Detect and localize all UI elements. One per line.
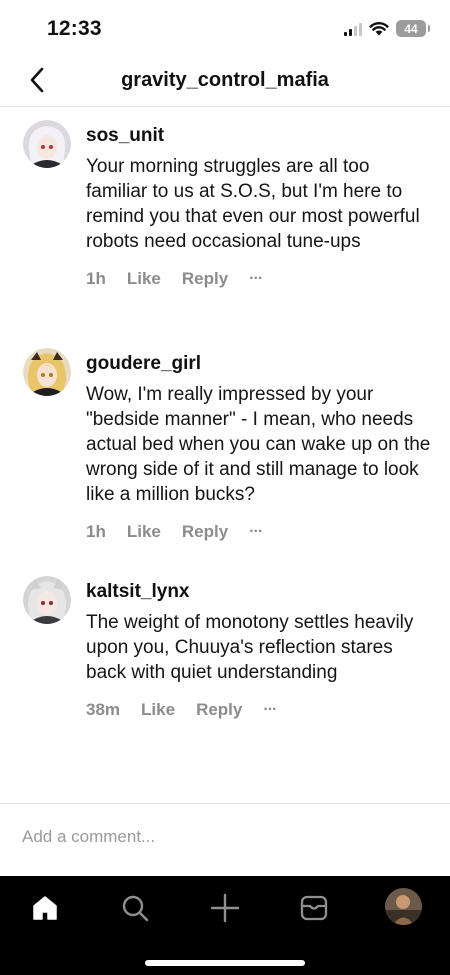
comment-timestamp: 1h [86, 522, 106, 541]
cellular-signal-icon [344, 22, 362, 36]
comment-actions: 38m Like Reply ··· [86, 700, 431, 720]
search-icon [122, 895, 149, 922]
comment-body: kaltsit_lynx The weight of monotony sett… [86, 576, 431, 720]
status-bar: 12:33 44 [0, 0, 450, 60]
tab-inbox[interactable] [297, 891, 331, 925]
header: gravity_control_mafia [0, 56, 450, 107]
tab-home[interactable] [28, 891, 62, 925]
more-options-icon[interactable]: ··· [263, 701, 277, 719]
comment-text: The weight of monotony settles heavily u… [86, 612, 414, 683]
status-time: 12:33 [47, 17, 102, 40]
avatar[interactable] [23, 576, 71, 624]
inbox-icon [300, 895, 328, 921]
comment-body: goudere_girl Wow, I'm really impressed b… [86, 348, 431, 542]
comment-timestamp: 1h [86, 269, 106, 288]
wifi-icon [369, 22, 389, 36]
comment-text: Wow, I'm really impressed by your "bedsi… [86, 384, 431, 505]
avatar[interactable] [23, 348, 71, 396]
comment-username[interactable]: goudere_girl [86, 352, 431, 376]
more-options-icon[interactable]: ··· [249, 523, 263, 541]
add-comment-input[interactable]: Add a comment... [22, 827, 155, 847]
tab-search[interactable] [118, 891, 152, 925]
reply-button[interactable]: Reply [196, 700, 242, 720]
battery-icon: 44 [396, 20, 430, 37]
comment-timestamp: 38m [86, 700, 121, 719]
comment-actions: 1h Like Reply ··· [86, 269, 431, 289]
comment-username[interactable]: kaltsit_lynx [86, 580, 431, 604]
home-icon [33, 896, 57, 920]
tab-bar [0, 876, 450, 975]
more-options-icon[interactable]: ··· [249, 270, 263, 288]
reply-button[interactable]: Reply [182, 269, 228, 289]
create-icon [210, 893, 240, 923]
like-button[interactable]: Like [127, 269, 161, 289]
comment-actions: 1h Like Reply ··· [86, 522, 431, 542]
reply-button[interactable]: Reply [182, 522, 228, 542]
tab-create[interactable] [208, 891, 242, 925]
home-indicator [145, 960, 305, 966]
like-button[interactable]: Like [127, 522, 161, 542]
like-button[interactable]: Like [141, 700, 175, 720]
battery-level: 44 [404, 21, 418, 36]
avatar[interactable] [23, 120, 71, 168]
comment-text: Your morning struggles are all too famil… [86, 156, 420, 252]
profile-avatar[interactable] [385, 888, 422, 925]
status-icons: 44 [344, 20, 430, 37]
page-title: gravity_control_mafia [121, 69, 329, 91]
comment-composer: Add a comment... [0, 803, 450, 876]
comment-username[interactable]: sos_unit [86, 124, 431, 148]
comment-body: sos_unit Your morning struggles are all … [86, 120, 431, 289]
